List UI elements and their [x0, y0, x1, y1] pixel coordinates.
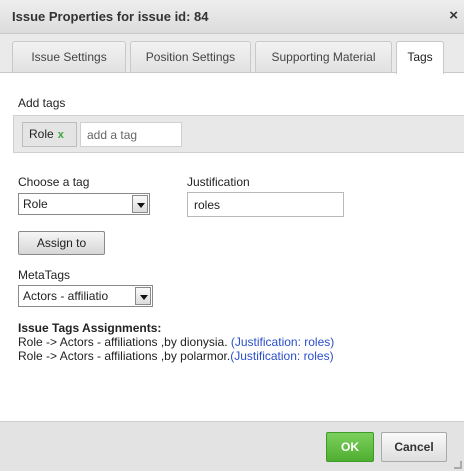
tag-assignments: Issue Tags Assignments: Role -> Actors -… [18, 321, 458, 363]
cancel-button[interactable]: Cancel [381, 432, 447, 462]
tab-bar: Issue Settings Position Settings Support… [0, 34, 464, 74]
ok-button[interactable]: OK [326, 432, 374, 462]
remove-tag-icon[interactable]: x [58, 129, 64, 141]
chevron-down-icon[interactable] [135, 287, 151, 305]
choose-tag-value: Role [23, 197, 48, 211]
add-tag-input[interactable] [80, 122, 182, 147]
assign-to-button[interactable]: Assign to [18, 231, 105, 255]
chevron-down-icon[interactable] [132, 195, 148, 213]
close-icon[interactable]: × [449, 7, 458, 24]
metatags-label: MetaTags [18, 268, 71, 282]
tag-chip-label: Role [29, 127, 54, 141]
choose-tag-select[interactable]: Role [18, 193, 150, 215]
metatags-value: Actors - affiliatio [23, 289, 109, 303]
dialog-titlebar: Issue Properties for issue id: 84 × [0, 0, 464, 34]
justification-label: Justification [187, 175, 250, 189]
assignment-justification: (Justification: roles) [230, 349, 334, 363]
justification-input[interactable] [187, 192, 344, 217]
tab-supporting-material[interactable]: Supporting Material [255, 41, 392, 72]
choose-tag-label: Choose a tag [18, 175, 90, 189]
assignment-text: Role -> Actors - affiliations ,by polarm… [18, 349, 231, 363]
add-tags-label: Add tags [18, 96, 66, 110]
resize-grip-icon[interactable] [454, 461, 462, 469]
tab-issue-settings[interactable]: Issue Settings [12, 41, 126, 72]
tag-chip: Role x [22, 122, 77, 147]
tab-position-settings[interactable]: Position Settings [130, 41, 251, 72]
tag-editor: Role x [13, 115, 464, 153]
assignments-heading: Issue Tags Assignments: [18, 321, 162, 335]
list-item: Role -> Actors - affiliations ,by dionys… [18, 335, 458, 349]
assignment-justification: (Justification: roles) [230, 335, 335, 349]
list-item: Role -> Actors - affiliations ,by polarm… [18, 349, 458, 363]
assignment-text: Role -> Actors - affiliations ,by dionys… [18, 335, 231, 349]
tab-tags[interactable]: Tags [396, 41, 444, 74]
dialog-title: Issue Properties for issue id: 84 [12, 9, 209, 24]
metatags-select[interactable]: Actors - affiliatio [18, 285, 153, 307]
dialog-footer: OK Cancel [0, 421, 464, 471]
